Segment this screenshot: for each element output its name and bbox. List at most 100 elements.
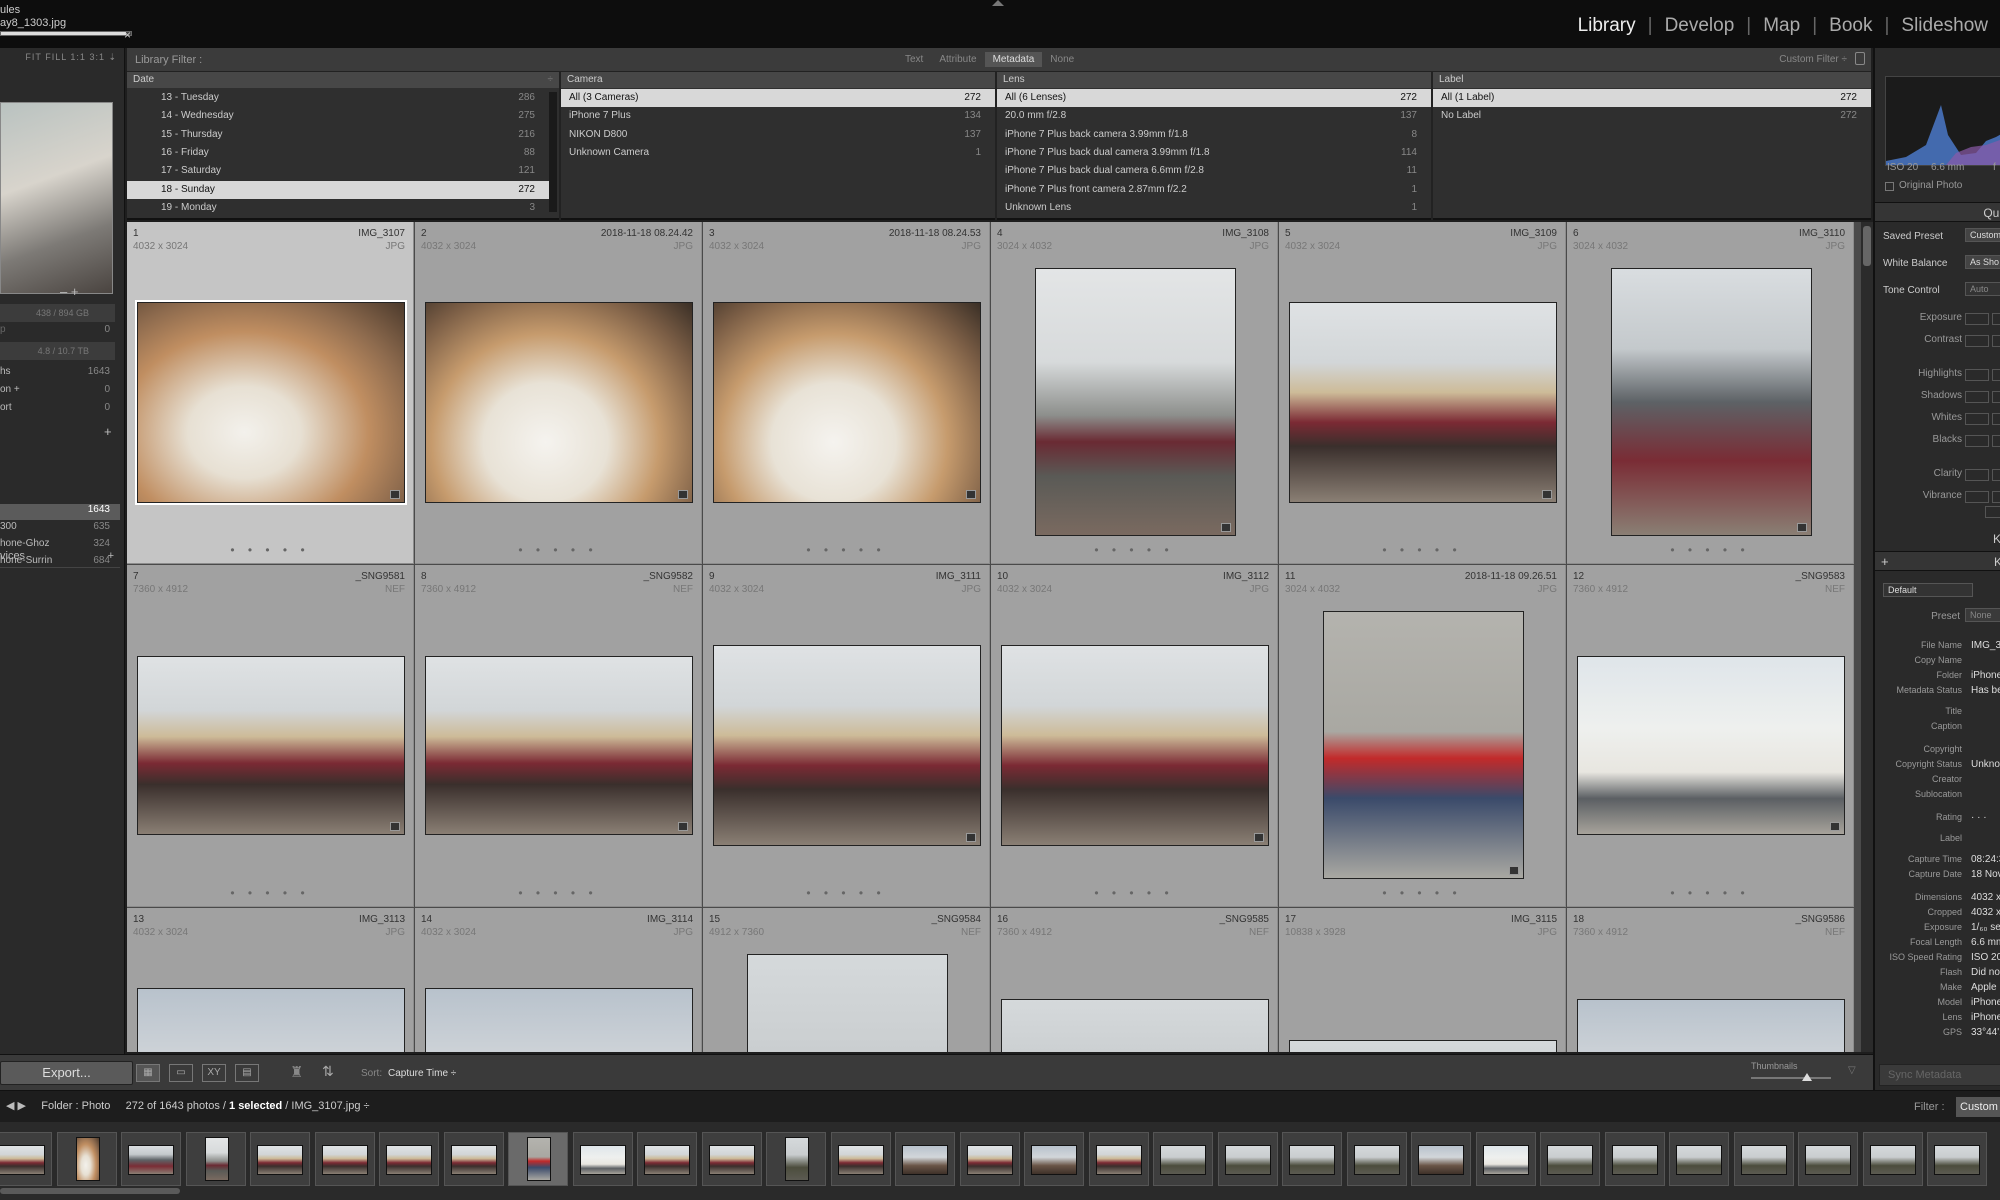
drive-1[interactable]: 438 / 894 GB [0,304,115,322]
quick-develop-exposure-increase[interactable] [1992,313,2000,325]
metadata-field-value[interactable]: 33°44'15 [1971,1027,2000,1038]
grid-cell[interactable]: 10 4032 x 3024 IMG_3112 JPG • • • • • [991,565,1278,907]
filmstrip-thumbnail[interactable] [766,1132,826,1186]
metadata-field-value[interactable]: 18 Nov 2 [1971,869,2000,880]
view-mode-loupe-button[interactable]: ▭ [169,1064,193,1082]
rating-dots[interactable]: • • • • • [127,543,413,557]
metadata-field-value[interactable]: ISO 20 [1971,952,2000,963]
rating-dots[interactable]: • • • • • [703,886,989,900]
collapse-top-panel-icon[interactable] [992,0,1004,6]
thumbnail-image[interactable] [746,954,948,1052]
quick-develop-shadows-decrease[interactable] [1965,391,1989,403]
camera-item[interactable]: NIKON D800 137 [561,126,995,144]
metadata-badge-icon[interactable] [1542,489,1552,499]
custom-filter-select[interactable]: Custom Filter ÷ [1779,54,1847,65]
metadata-field-value[interactable]: · · · [1971,812,1987,823]
grid-cell[interactable]: 5 4032 x 3024 IMG_3109 JPG • • • • • [1279,222,1566,564]
grid-cell[interactable]: 187360 x 4912_SNG9586NEF• • • • • [1567,908,1854,1052]
filmstrip-thumbnail[interactable] [1475,1132,1536,1186]
quick-develop-clarity-decrease[interactable] [1965,469,1989,481]
filmstrip-thumbnail[interactable] [572,1132,633,1186]
quick-develop-exposure-decrease[interactable] [1965,313,1989,325]
navigator-zoom-options[interactable]: FIT FILL 1:1 3:1 ⇣ [0,52,125,68]
export-button[interactable]: Export... [0,1061,133,1085]
label-item[interactable]: All (1 Label) 272 [1433,89,1871,107]
metadata-field-value[interactable]: 4032 x 3 [1971,907,2000,918]
date-column-header[interactable]: Date ÷ [127,72,559,88]
thumbnail-image[interactable] [1289,301,1557,503]
filmstrip-thumbnail[interactable] [1024,1132,1084,1186]
grid-cell[interactable]: 12 7360 x 4912 _SNG9583 NEF • • • • • [1567,565,1854,907]
camera-item[interactable]: Unknown Camera 1 [561,144,995,162]
filmstrip-thumbnail[interactable] [443,1132,504,1186]
thumbnail-image[interactable] [425,301,693,503]
quick-develop-contrast-decrease[interactable] [1965,335,1989,347]
thumbnail-image[interactable] [1322,611,1524,879]
nav-arrows-icon[interactable]: ◀ ▶ [6,1100,26,1112]
white-balance-select[interactable]: As Sho [1965,255,2000,269]
filmstrip-thumbnail[interactable] [1540,1132,1600,1186]
folder-row[interactable]: 1643 [0,504,120,520]
quick-develop-whites-increase[interactable] [1992,413,2000,425]
thumbnail-image[interactable] [137,655,405,835]
label-item[interactable]: No Label 272 [1433,107,1871,125]
filmstrip-thumbnail[interactable] [1604,1132,1665,1186]
quick-develop-whites-decrease[interactable] [1965,413,1989,425]
thumbnail-image[interactable] [713,644,981,846]
metadata-badge-icon[interactable] [390,821,400,831]
grid-cell[interactable]: 154912 x 7360_SNG9584NEF• • • • • [703,908,990,1052]
grid-cell[interactable]: 144032 x 3024IMG_3114JPG• • • • • [415,908,702,1052]
filmstrip-thumbnail[interactable] [1346,1132,1407,1186]
filmstrip-thumbnail[interactable] [701,1132,762,1186]
lens-item[interactable]: iPhone 7 Plus back camera 3.99mm f/1.8 8 [997,126,1431,144]
grid-cell[interactable]: 8 7360 x 4912 _SNG9582 NEF • • • • • [415,565,702,907]
camera-column-header[interactable]: Camera [561,72,995,88]
quick-develop-blacks-increase[interactable] [1992,435,2000,447]
grid-cell[interactable]: 6 3024 x 4032 IMG_3110 JPG • • • • • [1567,222,1854,564]
thumbnail-image[interactable] [1577,998,1845,1052]
filmstrip-thumbnail[interactable] [1862,1132,1923,1186]
quick-develop-highlights-decrease[interactable] [1965,369,1989,381]
rating-dots[interactable]: • • • • • [127,886,413,900]
metadata-field-value[interactable]: iPhone [1971,997,2000,1008]
thumbnail-image[interactable] [1034,268,1236,536]
lens-item[interactable]: iPhone 7 Plus back dual camera 3.99mm f/… [997,144,1431,162]
thumbnail-image[interactable] [1610,268,1812,536]
quick-develop-clarity-increase[interactable] [1992,469,2000,481]
metadata-field-value[interactable]: 6.6 mm [1971,937,2000,948]
label-column-header[interactable]: Label [1433,72,1871,88]
filter-option-metadata[interactable]: Metadata [984,52,1043,67]
filmstrip-thumbnail[interactable] [314,1132,375,1186]
rating-dots[interactable]: • • • • • [1567,543,1853,557]
metadata-field-value[interactable]: 4032 x 3 [1971,892,2000,903]
metadata-field-value[interactable]: Did not [1971,967,2000,978]
metadata-badge-icon[interactable] [966,832,976,842]
metadata-badge-icon[interactable] [1508,866,1519,875]
filmstrip-thumbnail[interactable] [379,1132,439,1186]
metadata-view-select[interactable]: Default [1883,583,1973,597]
lens-item[interactable]: iPhone 7 Plus back dual camera 6.6mm f/2… [997,162,1431,180]
filter-option-text[interactable]: Text [897,52,931,67]
date-item[interactable]: 17 - Saturday 121 [127,162,549,180]
filmstrip-thumbnail[interactable] [185,1132,246,1186]
module-develop[interactable]: Develop [1653,15,1747,37]
quick-develop-highlights-increase[interactable] [1992,369,2000,381]
cancel-task-icon[interactable]: × [124,28,131,42]
metadata-badge-icon[interactable] [678,489,688,499]
grid-cell[interactable]: 7 7360 x 4912 _SNG9581 NEF • • • • • [127,565,414,907]
lens-column-header[interactable]: Lens [997,72,1431,88]
thumbnail-image[interactable] [137,987,405,1052]
rating-dots[interactable]: • • • • • [415,543,701,557]
drive-2[interactable]: 4.8 / 10.7 TB [0,342,115,360]
filmstrip-thumbnail[interactable] [1217,1132,1278,1186]
view-mode-survey-button[interactable]: ▤ [235,1064,259,1082]
folder-row[interactable]: 300 635 [0,521,120,537]
filmstrip-thumbnail[interactable] [1282,1132,1342,1186]
filmstrip-thumbnail[interactable] [56,1132,117,1186]
sort-select[interactable]: Capture Time ÷ [388,1068,456,1079]
filmstrip-thumbnail[interactable] [1733,1132,1794,1186]
add-folder-icon[interactable]: + [104,424,112,439]
catalog-row[interactable]: hs 1643 [0,366,120,382]
painter-icon[interactable]: ♜ [290,1063,303,1081]
thumbnail-image[interactable] [1001,998,1269,1052]
